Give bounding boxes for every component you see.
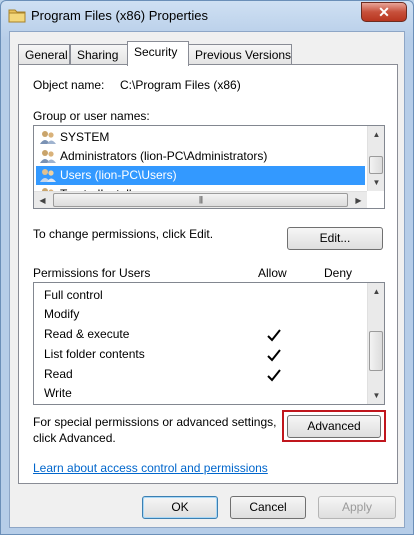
close-button[interactable]: ✕ <box>361 2 407 22</box>
permissions-list: Full control Modify Read & execute List … <box>33 282 385 405</box>
permissions-vscrollbar[interactable]: ▲ ▼ <box>367 283 384 404</box>
permissions-label: Permissions for Users <box>33 266 151 280</box>
object-name-label: Object name: <box>33 78 105 92</box>
scroll-up-icon[interactable]: ▲ <box>368 126 385 143</box>
user-group-icon <box>40 169 56 182</box>
scroll-right-icon[interactable]: ▶ <box>350 192 367 209</box>
perm-row-write: Write <box>44 386 72 400</box>
folder-icon <box>8 9 26 23</box>
advanced-button[interactable]: Advanced <box>287 415 381 438</box>
apply-button[interactable]: Apply <box>318 496 396 519</box>
cancel-button[interactable]: Cancel <box>230 496 306 519</box>
deny-column-header: Deny <box>324 266 353 280</box>
vscroll-thumb[interactable] <box>369 331 383 371</box>
properties-window: Program Files (x86) Properties ✕ General… <box>0 0 414 535</box>
perm-row-read: Read <box>44 367 73 381</box>
change-permissions-text: To change permissions, click Edit. <box>33 227 214 241</box>
scroll-down-icon[interactable]: ▼ <box>368 387 385 404</box>
user-list-vscrollbar[interactable]: ▲ ▼ <box>367 126 384 191</box>
edit-button[interactable]: Edit... <box>287 227 383 250</box>
user-list-hscrollbar[interactable]: ◀ ||| ▶ <box>34 191 367 208</box>
allow-column-header: Allow <box>258 266 287 280</box>
scroll-up-icon[interactable]: ▲ <box>368 283 385 300</box>
special-permissions-text-line1: For special permissions or advanced sett… <box>33 415 277 429</box>
checkmark-icon <box>267 369 281 382</box>
perm-row-read-execute: Read & execute <box>44 327 130 341</box>
hscroll-thumb[interactable]: ||| <box>53 193 348 207</box>
user-group-icon <box>40 150 56 163</box>
group-label: Group or user names: <box>33 109 150 123</box>
list-item-administrators[interactable]: Administrators (lion-PC\Administrators) <box>36 147 365 166</box>
close-icon: ✕ <box>378 4 390 20</box>
user-group-icon <box>40 131 56 144</box>
dialog-content: General Sharing Security Previous Versio… <box>9 31 405 528</box>
perm-row-modify: Modify <box>44 307 80 321</box>
list-item-system[interactable]: SYSTEM <box>36 128 365 147</box>
checkmark-icon <box>267 329 281 342</box>
user-listbox[interactable]: SYSTEM Administrators (lion-PC\Administr… <box>33 125 385 209</box>
special-permissions-text-line2: click Advanced. <box>33 431 116 445</box>
list-item-users[interactable]: Users (lion-PC\Users) <box>36 166 365 185</box>
perm-row-list-folder-contents: List folder contents <box>44 347 145 361</box>
title-bar[interactable]: Program Files (x86) Properties ✕ <box>1 1 413 31</box>
perm-row-full-control: Full control <box>44 288 103 302</box>
object-name-value: C:\Program Files (x86) <box>120 78 241 92</box>
tab-previous-versions[interactable]: Previous Versions <box>188 44 292 65</box>
scroll-down-icon[interactable]: ▼ <box>368 174 385 191</box>
learn-more-link[interactable]: Learn about access control and permissio… <box>33 461 268 475</box>
checkmark-icon <box>267 349 281 362</box>
security-panel: Object name: C:\Program Files (x86) Grou… <box>18 64 398 484</box>
scroll-left-icon[interactable]: ◀ <box>34 192 51 209</box>
tab-general[interactable]: General <box>18 44 70 65</box>
vscroll-thumb[interactable] <box>369 156 383 174</box>
window-title: Program Files (x86) Properties <box>31 8 208 23</box>
tab-sharing[interactable]: Sharing <box>70 44 128 65</box>
ok-button[interactable]: OK <box>142 496 218 519</box>
tab-security[interactable]: Security <box>127 41 189 66</box>
